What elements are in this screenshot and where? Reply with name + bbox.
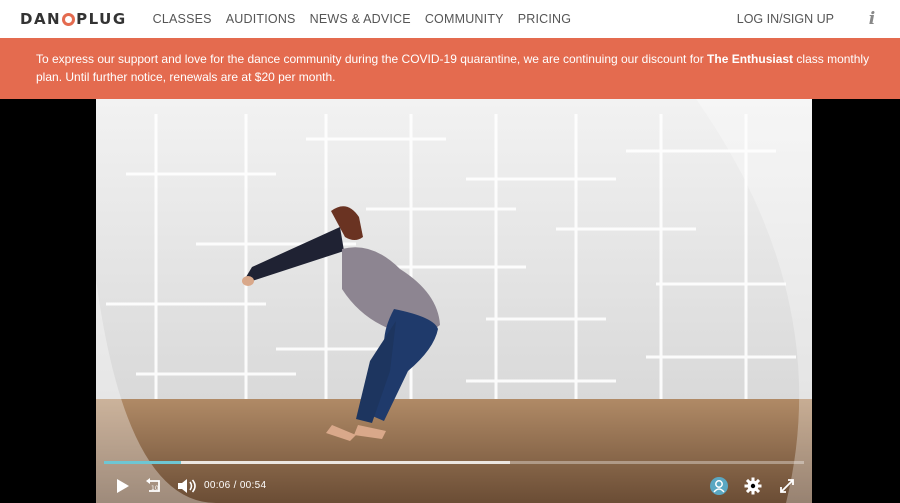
- chat-icon[interactable]: [708, 475, 730, 497]
- main-nav: CLASSES AUDITIONS NEWS & ADVICE COMMUNIT…: [153, 12, 572, 26]
- top-navigation: DAN PLUG CLASSES AUDITIONS NEWS & ADVICE …: [0, 0, 900, 39]
- logo-ring-icon: [62, 12, 76, 26]
- banner-text-before: To express our support and love for the …: [36, 52, 708, 66]
- login-signup-link[interactable]: LOG IN/SIGN UP: [737, 12, 834, 26]
- nav-news-advice[interactable]: NEWS & ADVICE: [310, 12, 411, 26]
- replay-10-icon[interactable]: 10: [142, 475, 166, 497]
- video-controls: 10 00:06 / 00:54: [96, 455, 812, 503]
- nav-pricing[interactable]: PRICING: [518, 12, 572, 26]
- fullscreen-icon[interactable]: [776, 475, 798, 497]
- volume-icon[interactable]: [176, 475, 198, 497]
- time-separator: /: [233, 480, 237, 491]
- progress-fill: [104, 461, 181, 464]
- settings-gear-icon[interactable]: [742, 475, 764, 497]
- video-frame[interactable]: [96, 99, 812, 503]
- nav-community[interactable]: COMMUNITY: [425, 12, 504, 26]
- covid-announcement-banner: To express our support and love for the …: [0, 38, 900, 99]
- info-icon[interactable]: i: [864, 8, 880, 30]
- play-icon[interactable]: [112, 475, 134, 497]
- duration-time: 00:54: [239, 480, 267, 491]
- logo-text-right: PLUG: [76, 10, 127, 28]
- dance-plug-logo[interactable]: DAN PLUG: [20, 10, 127, 28]
- current-time: 00:06: [204, 480, 231, 491]
- svg-text:10: 10: [151, 485, 159, 492]
- nav-classes[interactable]: CLASSES: [153, 12, 212, 26]
- nav-auditions[interactable]: AUDITIONS: [226, 12, 296, 26]
- logo-text-left: DAN: [20, 10, 62, 28]
- banner-plan-name: The Enthusiast: [707, 52, 794, 66]
- video-stage: 10 00:06 / 00:54: [0, 99, 900, 503]
- time-display: 00:06 / 00:54: [204, 480, 266, 491]
- dance-studio-scene: [96, 99, 812, 503]
- progress-bar[interactable]: [104, 461, 804, 464]
